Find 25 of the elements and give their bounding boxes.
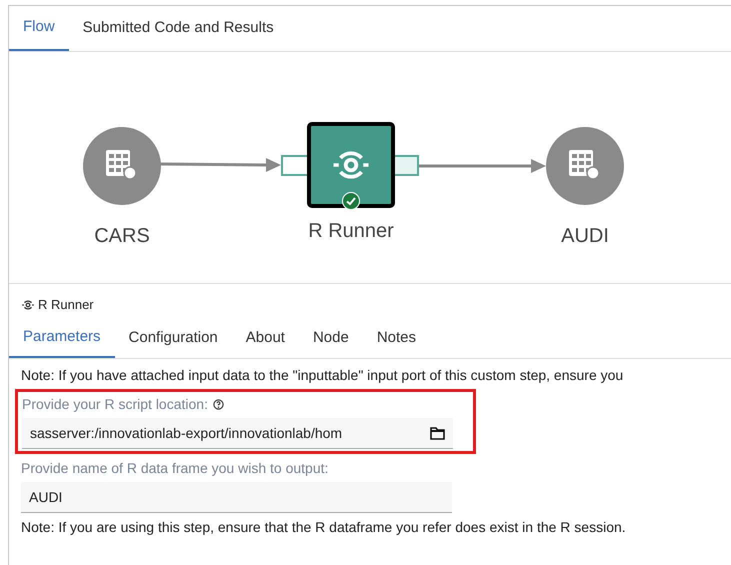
help-icon[interactable] [212, 399, 224, 410]
node-label: R Runner [308, 219, 394, 244]
tab[interactable]: Configuration [114, 319, 232, 358]
output-port[interactable] [393, 155, 419, 176]
tab[interactable]: Parameters [9, 319, 115, 358]
node-label: CARS [94, 224, 150, 249]
input-port[interactable] [281, 155, 309, 176]
node-label: AUDI [561, 224, 609, 249]
tab[interactable]: Submitted Code and Results [68, 6, 288, 51]
folder-icon[interactable] [430, 426, 445, 440]
field-label: Provide name of R data frame you wish to output: [21, 459, 328, 478]
table-icon [103, 147, 137, 181]
step-node[interactable] [307, 122, 395, 208]
tab[interactable]: About [232, 319, 299, 358]
tab[interactable]: Notes [362, 319, 430, 358]
panel-title: R Runner [38, 296, 94, 314]
tab[interactable]: Node [298, 319, 363, 358]
input-field[interactable]: AUDI [21, 482, 452, 513]
table-icon [566, 147, 600, 181]
note-text: Note: If you are using this step, ensure that the R dataframe you refer does exist in the R session. [21, 518, 627, 537]
note-text: Note: If you have attached input data to the "inputtable" input port of this custom step, ensure you [21, 366, 624, 385]
tab[interactable]: Flow [9, 6, 69, 51]
field-label: Provide your R script location: [22, 395, 208, 414]
input-field[interactable]: sasserver:/innovationlab-export/innovationlab/hom [22, 418, 453, 449]
step-icon [21, 298, 35, 312]
